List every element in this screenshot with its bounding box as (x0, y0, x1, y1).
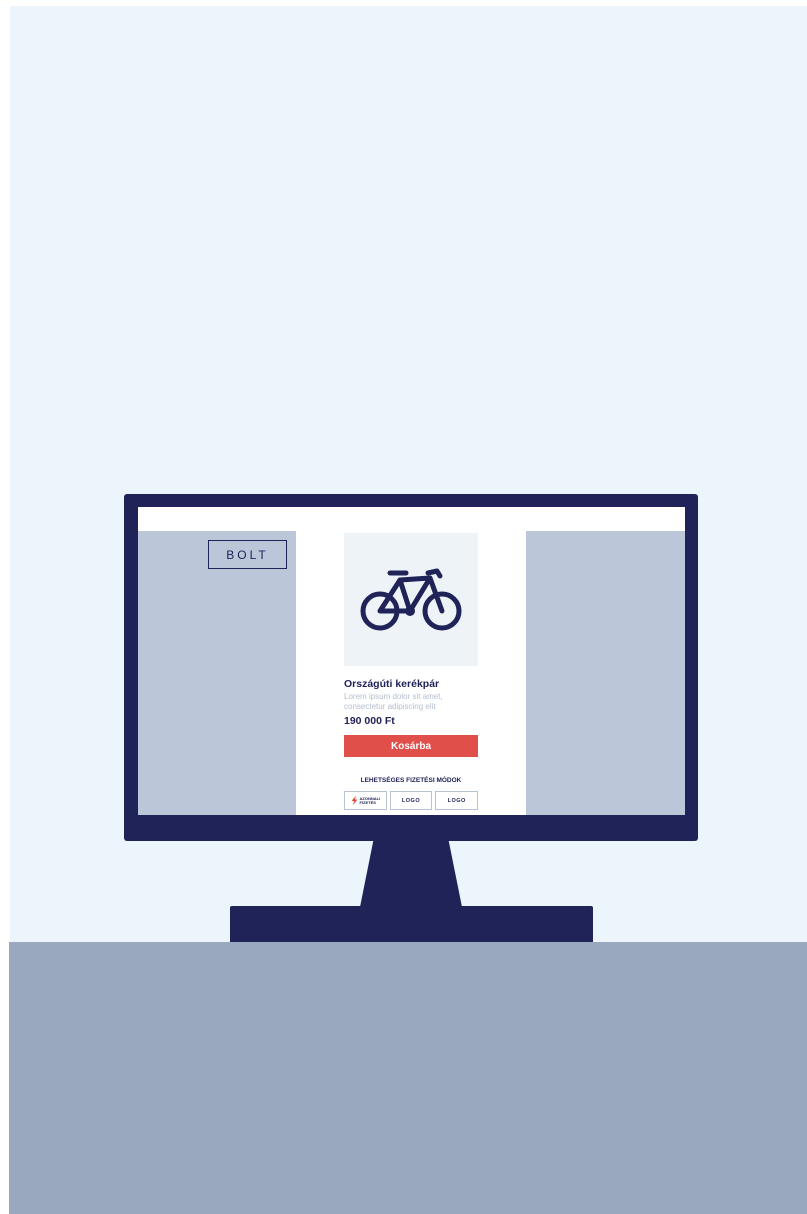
monitor-screen: BOLT Országúti kerékpár Lorem ipsum dolo… (138, 507, 685, 815)
floor-background (9, 942, 807, 1214)
right-side-panel (526, 531, 685, 815)
instant-payment-label-line2: FIZETÉS (359, 799, 376, 805)
payment-methods-list: AZONNALI FIZETÉS LOGO LOGO (344, 791, 479, 810)
product-price: 190 000 Ft (344, 715, 395, 727)
left-side-panel: BOLT (138, 531, 296, 815)
product-name: Országúti kerékpár (344, 678, 440, 690)
bicycle-icon (360, 568, 462, 631)
lightning-icon (351, 796, 357, 805)
payment-option-instant[interactable]: AZONNALI FIZETÉS (344, 791, 387, 810)
monitor: BOLT Országúti kerékpár Lorem ipsum dolo… (124, 494, 698, 841)
product-image[interactable] (344, 533, 478, 666)
monitor-stand (360, 841, 462, 907)
payment-option-logo-2[interactable]: LOGO (435, 791, 479, 810)
payment-option-logo-1[interactable]: LOGO (389, 791, 433, 810)
monitor-base (230, 906, 593, 942)
add-to-cart-button[interactable]: Kosárba (344, 735, 478, 757)
shop-logo[interactable]: BOLT (208, 540, 287, 569)
payment-methods-title: LEHETSÉGES FIZETÉSI MÓDOK (360, 777, 462, 784)
instant-payment-label: AZONNALI FIZETÉS (359, 796, 381, 805)
product-card: Országúti kerékpár Lorem ipsum dolor sit… (296, 531, 526, 815)
product-description: Lorem ipsum dolor sit amet, consectetur … (344, 692, 443, 711)
